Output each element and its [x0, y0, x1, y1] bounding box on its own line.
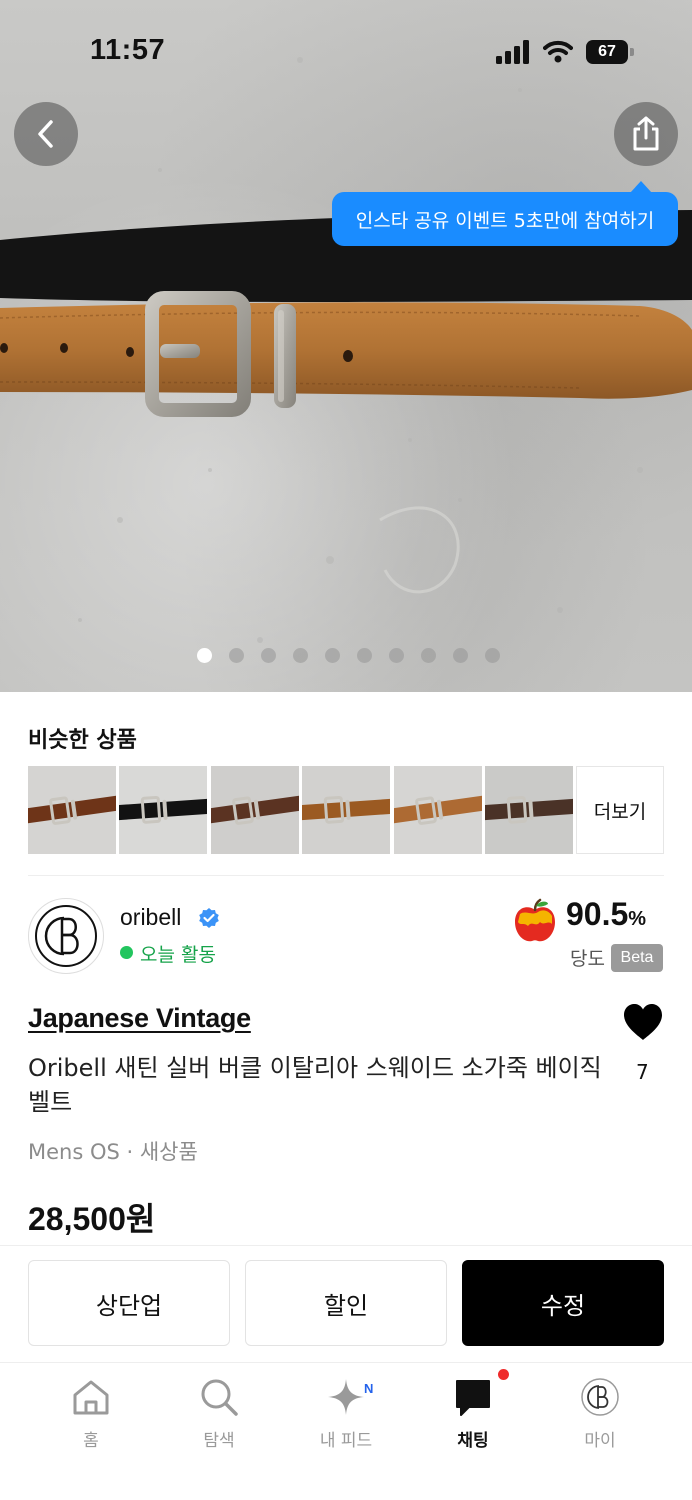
share-icon — [633, 116, 659, 151]
carousel-dot — [197, 648, 212, 663]
belt-thumbnail-image — [210, 795, 299, 825]
heart-icon[interactable] — [622, 1002, 664, 1042]
verified-badge-icon — [199, 908, 219, 928]
product-image-carousel[interactable]: 11:57 67 인스타 공유 이벤트 5초만에 참여하기 — [0, 0, 692, 692]
carousel-dot — [261, 648, 276, 663]
chat-icon — [456, 1380, 490, 1416]
carousel-dot — [293, 648, 308, 663]
tab-search[interactable]: 탐색 — [164, 1363, 274, 1463]
status-bar: 11:57 67 — [0, 0, 692, 100]
tab-feed-label: 내 피드 — [319, 1431, 373, 1451]
sugar-score-unit: % — [628, 908, 647, 930]
edit-label: 수정 — [540, 1291, 586, 1320]
similar-product-thumb[interactable] — [393, 766, 482, 854]
carousel-dot — [485, 648, 500, 663]
discount-button[interactable]: 할인 — [245, 1260, 447, 1346]
new-badge: N — [364, 1381, 374, 1396]
cellular-signal-icon — [496, 40, 529, 64]
status-time: 11:57 — [90, 34, 166, 66]
bump-label: 상단업 — [95, 1291, 163, 1320]
carousel-dot — [229, 648, 244, 663]
seller-name[interactable]: oribell — [120, 904, 181, 931]
product-title: Oribell 새틴 실버 버클 이탈리아 스웨이드 소가죽 베이직 벨트 — [28, 1054, 602, 1116]
sparkle-icon — [328, 1379, 364, 1415]
discount-label: 할인 — [323, 1291, 369, 1320]
more-similar-button[interactable]: 더보기 — [576, 766, 664, 854]
seller-avatar[interactable] — [28, 898, 104, 974]
chevron-left-icon — [38, 120, 53, 148]
tab-home[interactable]: 홈 — [36, 1363, 146, 1463]
belt-thumbnail-image — [485, 795, 573, 824]
sugar-score-value: 90.5 — [566, 896, 629, 932]
carousel-dot — [453, 648, 468, 663]
more-label: 더보기 — [593, 800, 647, 823]
online-status-text: 오늘 활동 — [140, 944, 216, 966]
tab-feed[interactable]: 내 피드 — [291, 1363, 401, 1463]
carousel-dot — [421, 648, 436, 663]
tab-chat-label: 채팅 — [457, 1431, 489, 1451]
oribell-monogram-icon — [35, 905, 97, 967]
tab-home-label: 홈 — [83, 1431, 99, 1451]
sugar-score: 90.5% — [566, 896, 646, 933]
battery-icon: 67 — [586, 40, 634, 64]
product-photo — [0, 57, 692, 643]
bump-button[interactable]: 상단업 — [28, 1260, 230, 1346]
home-icon — [73, 1380, 109, 1415]
similar-product-thumb[interactable] — [119, 766, 208, 854]
divider — [0, 1245, 692, 1246]
similar-product-thumb[interactable] — [28, 766, 116, 854]
carousel-dot — [389, 648, 404, 663]
product-price: 28,500원 — [28, 1201, 156, 1237]
share-button[interactable] — [614, 102, 678, 166]
belt-thumbnail-image — [302, 795, 391, 824]
sugar-label: 당도 — [570, 948, 605, 970]
profile-icon — [581, 1378, 619, 1416]
similar-product-thumb[interactable] — [485, 766, 573, 854]
tab-search-label: 탐색 — [203, 1431, 235, 1451]
wifi-icon — [543, 40, 573, 63]
similar-product-thumb[interactable] — [302, 766, 391, 854]
tab-chat[interactable]: 채팅 — [418, 1363, 528, 1463]
edit-button[interactable]: 수정 — [462, 1260, 664, 1346]
chat-notification-dot — [498, 1369, 509, 1380]
carousel-indicator — [0, 648, 692, 666]
search-icon — [201, 1379, 238, 1416]
belt-thumbnail-image — [28, 795, 116, 825]
bottom-tab-bar: 홈 탐색 내 피드 N 채팅 마이 — [0, 1362, 692, 1500]
online-status-dot — [120, 946, 133, 959]
divider — [28, 875, 664, 876]
share-event-tooltip[interactable]: 인스타 공유 이벤트 5초만에 참여하기 — [332, 181, 678, 246]
carousel-dot — [325, 648, 340, 663]
belt-thumbnail-image — [119, 795, 208, 824]
tab-my[interactable]: 마이 — [545, 1363, 655, 1463]
tab-my-label: 마이 — [584, 1431, 616, 1451]
apple-score-icon — [515, 898, 555, 942]
belt-thumbnail-image — [393, 795, 482, 825]
back-button[interactable] — [14, 102, 78, 166]
similar-product-thumb[interactable] — [210, 766, 299, 854]
beta-badge: Beta — [611, 944, 663, 972]
similar-products-title: 비슷한 상품 — [28, 728, 137, 753]
product-meta: Mens OS · 새상품 — [28, 1140, 198, 1164]
brand-link[interactable]: Japanese Vintage — [28, 1003, 251, 1034]
carousel-dot — [357, 648, 372, 663]
battery-level: 67 — [586, 40, 628, 64]
like-count: 7 — [636, 1060, 649, 1084]
tooltip-text: 인스타 공유 이벤트 5초만에 참여하기 — [355, 209, 655, 232]
